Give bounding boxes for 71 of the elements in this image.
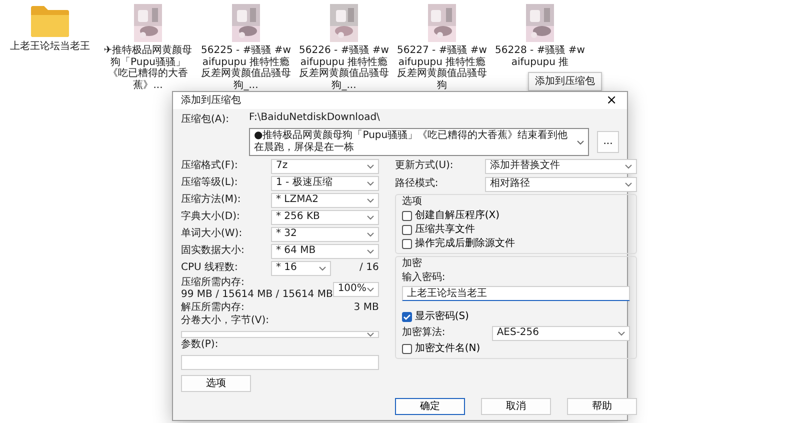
chevron-icon xyxy=(366,286,374,292)
dropdown[interactable]: 7z xyxy=(271,158,379,174)
group-title: 加密 xyxy=(402,258,423,270)
chevron-icon xyxy=(366,198,374,202)
group-title: 选项 xyxy=(402,196,423,208)
chevron-icon xyxy=(624,164,632,168)
check-icon xyxy=(402,312,412,322)
dropdown[interactable]: 100% xyxy=(332,282,379,296)
input-field[interactable] xyxy=(181,355,379,370)
checkbox[interactable]: 压缩共享文件 xyxy=(402,224,630,236)
dropdown[interactable]: 1 - 极速压缩 xyxy=(271,176,379,190)
field-label: 压缩方法(M): xyxy=(181,194,242,206)
window-title: 添加到压缩包 xyxy=(181,94,241,106)
field-label: 路径模式: xyxy=(394,178,440,190)
file-name[interactable]: 56226 - #骚骚 #waifupupu 推特性瘾反差网黄颜值品骚母狗_... xyxy=(298,45,390,91)
dropdown[interactable]: 相对路径 xyxy=(484,176,637,192)
dropdown[interactable] xyxy=(181,331,379,338)
folder-icon[interactable] xyxy=(30,4,70,38)
field-label: 压缩格式(F): xyxy=(181,160,239,172)
dropdown[interactable]: * 64 MB xyxy=(271,244,379,258)
chevron-icon xyxy=(319,266,326,270)
dropdown[interactable]: AES-256 xyxy=(492,326,630,340)
browse-button[interactable]: ... xyxy=(597,131,619,153)
file-name[interactable]: ✈推特极品网黄颜母狗「Pupu骚骚」《吃已糟得的大香蕉》... xyxy=(102,45,194,91)
archive-name-dropdown[interactable]: ●推特极品网黄颜母狗「Pupu骚骚」《吃已糟得的大香蕉》结束看到他在晨跑，屏保是在一栋 xyxy=(249,128,589,156)
field-label: 输入密码: xyxy=(402,272,446,284)
chevron-icon xyxy=(366,180,374,186)
dropdown[interactable]: * 256 KB xyxy=(271,210,379,224)
file-name[interactable]: 56225 - #骚骚 #waifupupu 推特性瘾反差网黄颜值品骚母狗_... xyxy=(200,45,292,91)
chevron-icon xyxy=(366,164,374,168)
field-label: 加密算法: xyxy=(402,327,446,339)
field-label: 单词大小(W): xyxy=(181,228,244,240)
field-label: 更新方式(U): xyxy=(394,160,454,172)
file-name[interactable]: 56227 - #骚骚 #waifupupu 推特性瘾反差网黄颜值品骚母狗 xyxy=(396,45,488,91)
chevron-icon xyxy=(366,232,374,236)
options-button[interactable]: 选项 xyxy=(181,375,251,392)
chevron-icon xyxy=(366,332,374,337)
checkbox[interactable]: 显示密码(S) xyxy=(402,311,630,323)
field-label: 压缩包(A): xyxy=(181,112,230,127)
file-name[interactable]: 上老王论坛当老王 xyxy=(10,41,90,52)
checkbox[interactable]: 创建自解压程序(X) xyxy=(402,210,630,222)
file-name[interactable]: 56228 - #骚骚 #waifupupu 推 xyxy=(494,45,586,68)
chevron-icon xyxy=(577,140,584,144)
field-label: 压缩所需内存: xyxy=(181,277,246,289)
checkbox[interactable]: 操作完成后删除源文件 xyxy=(402,238,630,250)
chevron-icon xyxy=(366,214,374,220)
dropdown[interactable]: * LZMA2 xyxy=(271,192,379,208)
field-label: 解压所需内存: xyxy=(181,302,244,314)
field-label: CPU 线程数: xyxy=(181,262,239,274)
dropdown[interactable]: * 32 xyxy=(271,226,379,242)
dropdown[interactable]: 添加并替换文件 xyxy=(484,158,637,174)
thread-max: / 16 xyxy=(360,262,379,274)
tooltip: 添加到压缩包 xyxy=(528,72,602,91)
dialog-button[interactable]: 取消 xyxy=(480,398,551,415)
chevron-icon xyxy=(366,248,374,254)
dropdown[interactable]: * 16 xyxy=(271,260,331,276)
memory-usage: 99 MB / 15614 MB / 15614 MB xyxy=(181,289,333,301)
dialog-button[interactable]: 确定 xyxy=(394,398,465,415)
field-label: 分卷大小，字节(V): xyxy=(181,315,270,327)
field-label: 字典大小(D): xyxy=(181,211,241,223)
chevron-icon xyxy=(624,182,632,186)
field-label: 压缩等级(L): xyxy=(181,177,239,189)
dialog-button[interactable]: 帮助 xyxy=(566,398,637,415)
folder-path: F:\BaiduNetdiskDownload\ xyxy=(249,112,381,124)
checkbox[interactable]: 加密文件名(N) xyxy=(402,343,630,355)
memory-value: 3 MB xyxy=(354,302,379,314)
field-label: 固实数据大小: xyxy=(181,245,246,257)
field-label: 参数(P): xyxy=(181,339,220,351)
password-field[interactable]: 上老王论坛当老王 xyxy=(402,286,630,301)
close-button[interactable]: × xyxy=(604,92,619,108)
chevron-icon xyxy=(618,330,625,336)
